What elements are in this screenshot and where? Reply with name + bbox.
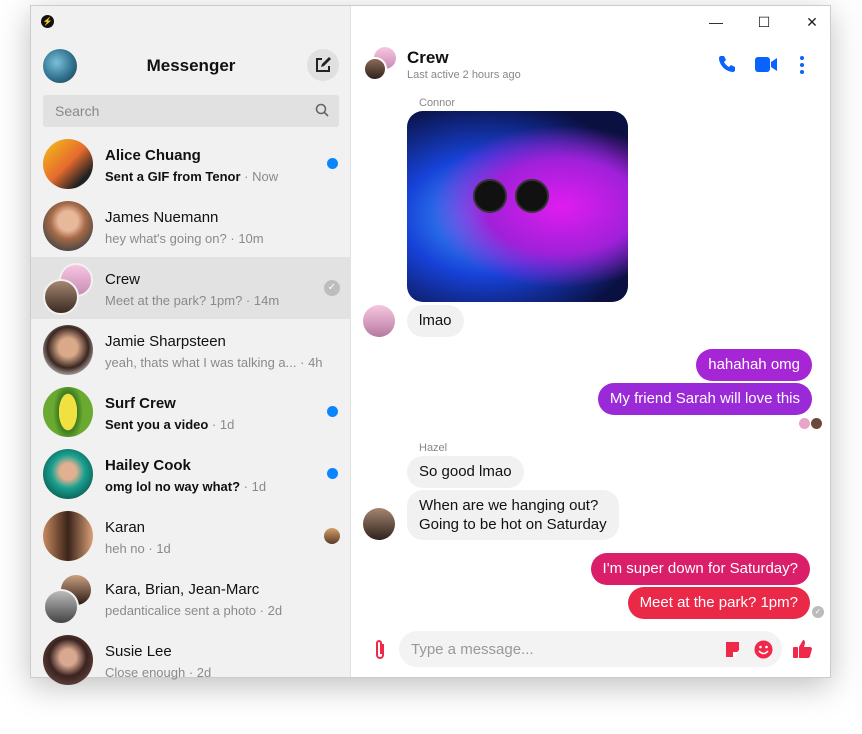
search-input[interactable]: [43, 95, 339, 127]
conversation-name: Karan: [105, 519, 146, 536]
conversation-name: Kara, Brian, Jean-Marc: [105, 581, 260, 598]
message-composer[interactable]: [399, 631, 782, 667]
message-bubble: lmao: [407, 305, 464, 337]
avatar: [43, 279, 79, 315]
avatar: [43, 325, 93, 375]
conversation-name: Susie Lee: [105, 643, 172, 660]
message-bubble: hahahah omg: [696, 349, 812, 381]
message-bubble: When are we hanging out? Going to be hot …: [407, 490, 619, 540]
conversation-list: Alice Chuang Sent a GIF from Tenor · Now…: [31, 133, 351, 691]
conversation-item[interactable]: Kara, Brian, Jean-Marc pedanticalice sen…: [31, 567, 351, 629]
avatar: [43, 511, 93, 561]
conversation-preview: hey what's going on? · 10m: [105, 231, 264, 246]
avatar: [363, 305, 395, 337]
sidebar: ⚡ Messenger Alice Chuang Sent a GIF from…: [31, 6, 351, 685]
unread-dot: [327, 468, 338, 479]
conversation-preview: Sent you a video · 1d: [105, 417, 235, 432]
emoji-icon[interactable]: [754, 640, 773, 659]
conversation-item[interactable]: Alice Chuang Sent a GIF from Tenor · Now: [31, 133, 351, 195]
seen-check-icon: ✓: [324, 280, 340, 296]
conversation-name: Hailey Cook: [105, 457, 191, 474]
conversation-item[interactable]: Crew Meet at the park? 1pm? · 14m ✓: [31, 257, 351, 319]
like-thumbs-up-icon[interactable]: [793, 639, 813, 659]
message-bubble: I'm super down for Saturday?: [590, 553, 810, 585]
avatar: [43, 139, 93, 189]
conversation-preview: yeah, thats what I was talking a... · 4h: [105, 355, 323, 370]
unread-dot: [327, 406, 338, 417]
sunglasses: [473, 179, 507, 213]
conversation-preview: Meet at the park? 1pm? · 14m: [105, 293, 280, 308]
avatar: [43, 635, 93, 685]
chat-title: Crew: [407, 48, 449, 67]
read-receipt-avatar: [811, 418, 822, 429]
read-receipt-avatar: [799, 418, 810, 429]
messenger-window: ⚡ Messenger Alice Chuang Sent a GIF from…: [30, 5, 831, 685]
conversation-item[interactable]: Surf Crew Sent you a video · 1d: [31, 381, 351, 443]
conversation-item[interactable]: James Nuemann hey what's going on? · 10m: [31, 195, 351, 257]
conversation-item[interactable]: Hailey Cook omg lol no way what? · 1d: [31, 443, 351, 505]
conversation-preview: pedanticalice sent a photo · 2d: [105, 603, 283, 618]
conversation-name: James Nuemann: [105, 209, 219, 226]
search-box[interactable]: [43, 95, 339, 127]
conversation-item[interactable]: Susie Lee Close enough · 2d: [31, 629, 351, 691]
shared-gif-image[interactable]: [407, 111, 628, 302]
conversation-preview: Close enough · 2d: [105, 665, 212, 680]
message-bubble: So good lmao: [407, 456, 524, 488]
sunglasses: [515, 179, 549, 213]
maximize-button[interactable]: ☐: [754, 14, 774, 31]
avatar: [363, 508, 395, 540]
conversation-preview: Sent a GIF from Tenor · Now: [105, 169, 279, 184]
messenger-logo-icon: ⚡: [41, 15, 54, 28]
conversation-name: Jamie Sharpsteen: [105, 333, 226, 350]
message-bubble: Meet at the park? 1pm?: [627, 587, 810, 619]
avatar: [43, 387, 93, 437]
unread-dot: [327, 158, 338, 169]
phone-icon[interactable]: [718, 55, 736, 73]
sender-name: Hazel: [419, 442, 448, 454]
new-message-button[interactable]: [307, 49, 339, 81]
video-call-icon[interactable]: [755, 57, 777, 72]
more-options-icon[interactable]: [800, 56, 804, 74]
sender-name: Connor: [419, 97, 456, 109]
read-receipt-avatar: [324, 528, 340, 544]
conversation-item[interactable]: Jamie Sharpsteen yeah, thats what I was …: [31, 319, 351, 381]
conversation-preview: heh no · 1d: [105, 541, 171, 556]
delivered-check-icon: ✓: [812, 606, 824, 618]
chat-pane: — ☐ ✕ Crew Last active 2 hours ago Conno…: [351, 6, 830, 677]
search-icon: [315, 103, 329, 117]
conversation-name: Crew: [105, 271, 141, 288]
chat-status: Last active 2 hours ago: [407, 69, 521, 81]
conversation-name: Alice Chuang: [105, 147, 201, 164]
compose-icon: [316, 57, 331, 72]
sticker-icon[interactable]: [724, 641, 741, 658]
conversation-preview: omg lol no way what? · 1d: [105, 479, 267, 494]
avatar: [43, 201, 93, 251]
conversation-item[interactable]: Karan heh no · 1d: [31, 505, 351, 567]
app-title: Messenger: [146, 56, 236, 75]
minimize-button[interactable]: —: [706, 14, 726, 30]
message-input[interactable]: [399, 631, 699, 667]
group-avatar: [363, 57, 387, 81]
avatar: [43, 449, 93, 499]
conversation-name: Surf Crew: [105, 395, 176, 412]
message-bubble: My friend Sarah will love this: [597, 383, 812, 415]
avatar: [43, 589, 79, 625]
attachment-icon[interactable]: [373, 639, 387, 661]
close-button[interactable]: ✕: [802, 14, 822, 31]
